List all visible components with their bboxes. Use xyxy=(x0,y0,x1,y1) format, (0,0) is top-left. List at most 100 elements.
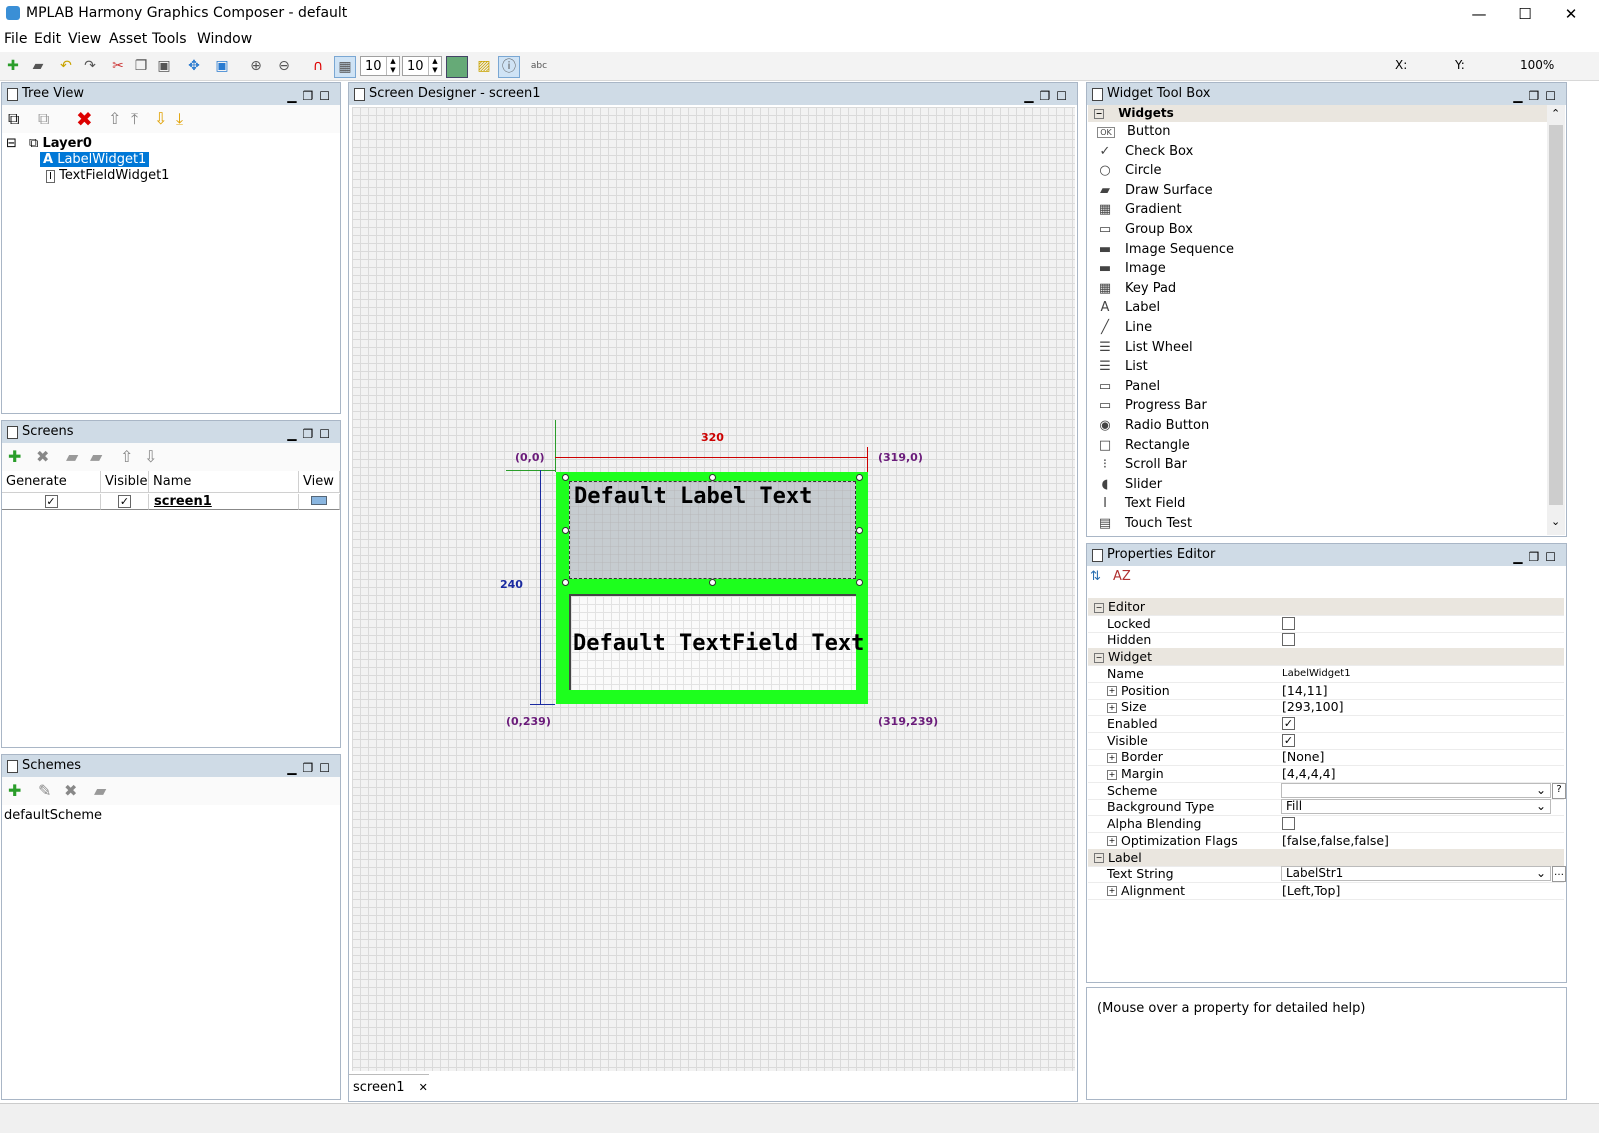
grid-y-stepper[interactable]: 10 ▲ ▼ xyxy=(402,56,442,76)
expand-icon[interactable]: + xyxy=(1107,686,1117,696)
toolbox-item-group-box[interactable]: ▭ Group Box xyxy=(1097,222,1193,237)
background-type-dropdown[interactable]: Fill ⌄ xyxy=(1281,799,1551,815)
toolbox-item-key-pad[interactable]: ▦ Key Pad xyxy=(1097,281,1176,296)
grid-y-arrows-icon[interactable]: ▲ ▼ xyxy=(428,57,441,75)
resize-handle[interactable] xyxy=(562,527,569,534)
property-row-visible[interactable]: Visible ✓ xyxy=(1088,732,1564,750)
edit-scheme-icon[interactable]: ✎ xyxy=(38,781,51,801)
property-row-border[interactable]: + Border [None] xyxy=(1088,748,1564,767)
close-tab-icon[interactable]: ✕ xyxy=(419,1081,428,1094)
scroll-up-icon[interactable]: ⌃ xyxy=(1551,107,1560,120)
toolbox-item-panel[interactable]: ▭ Panel xyxy=(1097,379,1160,394)
menu-edit[interactable]: Edit xyxy=(34,31,61,47)
toolbox-item-radio-button[interactable]: ◉ Radio Button xyxy=(1097,418,1209,433)
help-button[interactable]: ? xyxy=(1552,782,1566,799)
paste-icon[interactable]: ▣ xyxy=(154,56,174,76)
tab-screen1[interactable]: screen1 ✕ xyxy=(349,1074,429,1101)
copy-scheme-icon[interactable]: ▰ xyxy=(94,781,106,801)
copy-icon[interactable]: ❐ xyxy=(131,56,151,76)
resize-handle[interactable] xyxy=(856,579,863,586)
menu-asset[interactable]: Asset xyxy=(109,31,147,47)
property-row-hidden[interactable]: Hidden xyxy=(1088,631,1564,650)
collapse-icon[interactable]: ⊟ xyxy=(6,136,17,151)
toolbox-item-scroll-bar[interactable]: ⁝ Scroll Bar xyxy=(1097,457,1187,472)
toolbox-item-list-wheel[interactable]: ☰ List Wheel xyxy=(1097,340,1192,355)
text-string-dropdown[interactable]: LabelStr1 ⌄ xyxy=(1281,866,1551,882)
hidden-checkbox[interactable] xyxy=(1282,633,1295,647)
events-icon[interactable]: ▨ xyxy=(474,56,494,76)
property-value[interactable]: [293,100] xyxy=(1282,698,1343,715)
collapse-icon[interactable]: − xyxy=(1094,108,1104,119)
toolbox-item-progress-bar[interactable]: ▭ Progress Bar xyxy=(1097,398,1207,413)
grid-x-stepper[interactable]: 10 ▲ ▼ xyxy=(360,56,400,76)
column-view[interactable]: View xyxy=(299,471,340,493)
toolbox-item-image[interactable]: ▬ Image xyxy=(1097,261,1166,276)
table-row-visible[interactable]: ✓ xyxy=(101,494,149,510)
table-row-generate[interactable]: ✓ xyxy=(2,494,101,510)
expand-icon[interactable]: + xyxy=(1107,886,1117,897)
property-row-margin[interactable]: + Margin [4,4,4,4] xyxy=(1088,765,1564,783)
scheme-dropdown[interactable]: ⌄ xyxy=(1281,782,1551,798)
resize-handle[interactable] xyxy=(709,474,716,481)
info-icon[interactable]: ⓘ xyxy=(498,56,520,78)
delete-scheme-icon[interactable]: ✖ xyxy=(64,781,77,801)
layer-icon[interactable]: ⧉ xyxy=(38,109,49,129)
resize-handle[interactable] xyxy=(856,527,863,534)
property-row-name[interactable]: Name LabelWidget1 xyxy=(1088,665,1564,683)
screen-name-cell[interactable]: screen1 xyxy=(149,494,299,510)
tree-widget-row[interactable]: I TextFieldWidget1 xyxy=(46,168,169,183)
expand-icon[interactable]: + xyxy=(1107,702,1117,713)
property-row-size[interactable]: + Size [293,100] xyxy=(1088,698,1564,717)
grid-x-arrows-icon[interactable]: ▲ ▼ xyxy=(386,57,399,75)
expand-icon[interactable]: + xyxy=(1107,836,1117,847)
toolbox-item-image-sequence[interactable]: ▬ Image Sequence xyxy=(1097,242,1234,257)
property-row-enabled[interactable]: Enabled ✓ xyxy=(1088,715,1564,733)
panel-window-controls[interactable]: ▁❐☐ xyxy=(1024,85,1073,107)
column-generate[interactable]: Generate xyxy=(2,471,101,493)
property-value[interactable]: [Left,Top] xyxy=(1282,882,1340,899)
background-color-icon[interactable] xyxy=(446,56,468,78)
property-row-optimization-flags[interactable]: + Optimization Flags [false,false,false] xyxy=(1088,832,1564,850)
menu-view[interactable]: View xyxy=(68,31,101,47)
toolbox-scrollbar[interactable]: ⌃ ⌄ xyxy=(1547,105,1565,535)
toolbox-item-check-box[interactable]: ✓ Check Box xyxy=(1097,144,1194,159)
redo-icon[interactable]: ↷ xyxy=(80,56,100,76)
property-group-label[interactable]: − Label xyxy=(1088,848,1564,867)
panel-window-controls[interactable]: ▁❐☐ xyxy=(287,757,336,779)
property-group-widget[interactable]: − Widget xyxy=(1088,648,1564,667)
toolbox-item-text-field[interactable]: I Text Field xyxy=(1097,496,1185,511)
property-row-background-type[interactable]: Background Type Fill ⌄ xyxy=(1088,798,1564,817)
alpha-blending-checkbox[interactable] xyxy=(1282,817,1295,831)
toolbox-item-rectangle[interactable]: □ Rectangle xyxy=(1097,438,1190,453)
list-item[interactable]: defaultScheme xyxy=(4,808,102,823)
delete-screen-icon[interactable]: ✖ xyxy=(36,447,49,467)
property-value[interactable]: [4,4,4,4] xyxy=(1282,765,1336,782)
tree-widget-row[interactable]: A LabelWidget1 xyxy=(40,152,150,167)
browse-button[interactable]: … xyxy=(1552,866,1566,883)
property-row-locked[interactable]: Locked xyxy=(1088,615,1564,633)
property-value[interactable]: LabelWidget1 xyxy=(1282,665,1351,682)
property-value[interactable]: [14,11] xyxy=(1282,682,1328,699)
toolbox-item-touch-test[interactable]: ▤ Touch Test xyxy=(1097,516,1192,531)
add-scheme-icon[interactable]: ✚ xyxy=(8,781,21,801)
new-icon[interactable]: ✚ xyxy=(3,56,23,76)
chevron-down-icon[interactable]: ⌄ xyxy=(1536,867,1546,880)
chevron-down-icon[interactable]: ⌄ xyxy=(1536,800,1546,813)
toolbox-item-draw-surface[interactable]: ▰ Draw Surface xyxy=(1097,183,1213,198)
panel-window-controls[interactable]: ▁❐☐ xyxy=(1513,546,1562,568)
maximize-button[interactable]: ☐ xyxy=(1502,0,1548,28)
widgets-group-header[interactable]: − Widgets xyxy=(1088,105,1548,122)
visible-checkbox[interactable]: ✓ xyxy=(1282,733,1295,747)
toolbox-item-gradient[interactable]: ▦ Gradient xyxy=(1097,202,1182,217)
expand-icon[interactable]: + xyxy=(1107,752,1117,763)
collapse-icon[interactable]: − xyxy=(1094,602,1104,613)
property-row-text-string[interactable]: Text String LabelStr1 ⌄… xyxy=(1088,865,1566,884)
move-top-icon[interactable]: ⤒ xyxy=(131,109,138,129)
collapse-icon[interactable]: − xyxy=(1094,853,1104,863)
add-screen-icon[interactable]: ✚ xyxy=(8,447,21,467)
undo-icon[interactable]: ↶ xyxy=(56,56,76,76)
rename-icon[interactable]: ▰ xyxy=(90,447,102,467)
toolbox-item-circle[interactable]: ○ Circle xyxy=(1097,163,1161,178)
toolbox-item-line[interactable]: ╱ Line xyxy=(1097,320,1152,335)
toolbox-item-slider[interactable]: ◖ Slider xyxy=(1097,477,1163,492)
